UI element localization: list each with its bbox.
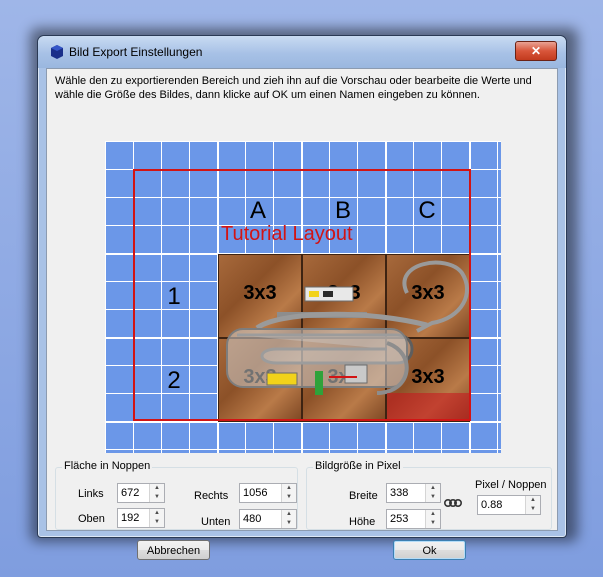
ok-button[interactable]: Ok [393, 540, 466, 560]
up-arrow-icon[interactable]: ▲ [526, 496, 540, 505]
ratio-stepper-arrows[interactable]: ▲ ▼ [525, 496, 540, 514]
down-arrow-icon[interactable]: ▼ [526, 505, 540, 514]
width-stepper-arrows[interactable]: ▲ ▼ [425, 484, 440, 502]
top-stepper-arrows[interactable]: ▲ ▼ [149, 509, 164, 527]
width-value: 338 [390, 487, 409, 499]
dialog-body: Wähle den zu exportierenden Bereich und … [46, 68, 558, 560]
down-arrow-icon[interactable]: ▼ [426, 519, 440, 528]
close-button[interactable]: ✕ [515, 41, 557, 61]
export-preview[interactable]: A B C 1 2 3x3 3x3 3x3 3x3 3x3 3x3 [105, 141, 501, 453]
window-title: Bild Export Einstellungen [69, 45, 203, 59]
link-aspect-icon[interactable] [444, 498, 462, 508]
height-label: Höhe [349, 516, 376, 528]
up-arrow-icon[interactable]: ▲ [150, 509, 164, 518]
width-label: Breite [349, 490, 378, 502]
height-stepper-arrows[interactable]: ▲ ▼ [425, 510, 440, 528]
down-arrow-icon[interactable]: ▼ [282, 493, 296, 502]
right-stepper-arrows[interactable]: ▲ ▼ [281, 484, 296, 502]
ratio-label: Pixel / Noppen [475, 479, 547, 491]
top-label: Oben [78, 513, 105, 525]
area-group: Fläche in Noppen Links 672 ▲ ▼ Oben 192 … [55, 460, 298, 530]
instructions-text: Wähle den zu exportierenden Bereich und … [55, 75, 532, 101]
up-arrow-icon[interactable]: ▲ [426, 484, 440, 493]
height-value: 253 [390, 513, 409, 525]
size-group-title: Bildgröße in Pixel [313, 460, 403, 472]
left-value: 672 [121, 487, 140, 499]
cancel-button[interactable]: Abbrechen [137, 540, 210, 560]
export-dialog: Bild Export Einstellungen ✕ Wähle den zu… [37, 35, 567, 560]
right-stepper[interactable]: 1056 ▲ ▼ [239, 483, 297, 503]
title-bar[interactable]: Bild Export Einstellungen ✕ [38, 36, 566, 68]
bottom-stepper-arrows[interactable]: ▲ ▼ [281, 510, 296, 528]
close-icon: ✕ [530, 44, 542, 58]
bottom-value: 480 [243, 513, 262, 525]
area-group-title: Fläche in Noppen [62, 460, 153, 472]
top-stepper[interactable]: 192 ▲ ▼ [117, 508, 165, 528]
down-arrow-icon[interactable]: ▼ [282, 519, 296, 528]
right-label: Rechts [194, 490, 229, 502]
down-arrow-icon[interactable]: ▼ [426, 493, 440, 502]
up-arrow-icon[interactable]: ▲ [282, 510, 296, 519]
up-arrow-icon[interactable]: ▲ [426, 510, 440, 519]
width-stepper[interactable]: 338 ▲ ▼ [386, 483, 441, 503]
height-stepper[interactable]: 253 ▲ ▼ [386, 509, 441, 529]
size-group: Bildgröße in Pixel Breite 338 ▲ ▼ Höhe 2… [306, 460, 552, 530]
top-value: 192 [121, 512, 140, 524]
down-arrow-icon[interactable]: ▼ [150, 493, 164, 502]
left-label: Links [78, 488, 104, 500]
left-stepper[interactable]: 672 ▲ ▼ [117, 483, 165, 503]
up-arrow-icon[interactable]: ▲ [150, 484, 164, 493]
app-icon [51, 45, 63, 59]
right-value: 1056 [243, 487, 268, 499]
bottom-label: Unten [201, 516, 231, 528]
bottom-stepper[interactable]: 480 ▲ ▼ [239, 509, 297, 529]
left-stepper-arrows[interactable]: ▲ ▼ [149, 484, 164, 502]
up-arrow-icon[interactable]: ▲ [282, 484, 296, 493]
ratio-value: 0.88 [481, 499, 503, 511]
ratio-stepper[interactable]: 0.88 ▲ ▼ [477, 495, 541, 515]
down-arrow-icon[interactable]: ▼ [150, 518, 164, 527]
export-selection-rect[interactable] [133, 169, 471, 421]
